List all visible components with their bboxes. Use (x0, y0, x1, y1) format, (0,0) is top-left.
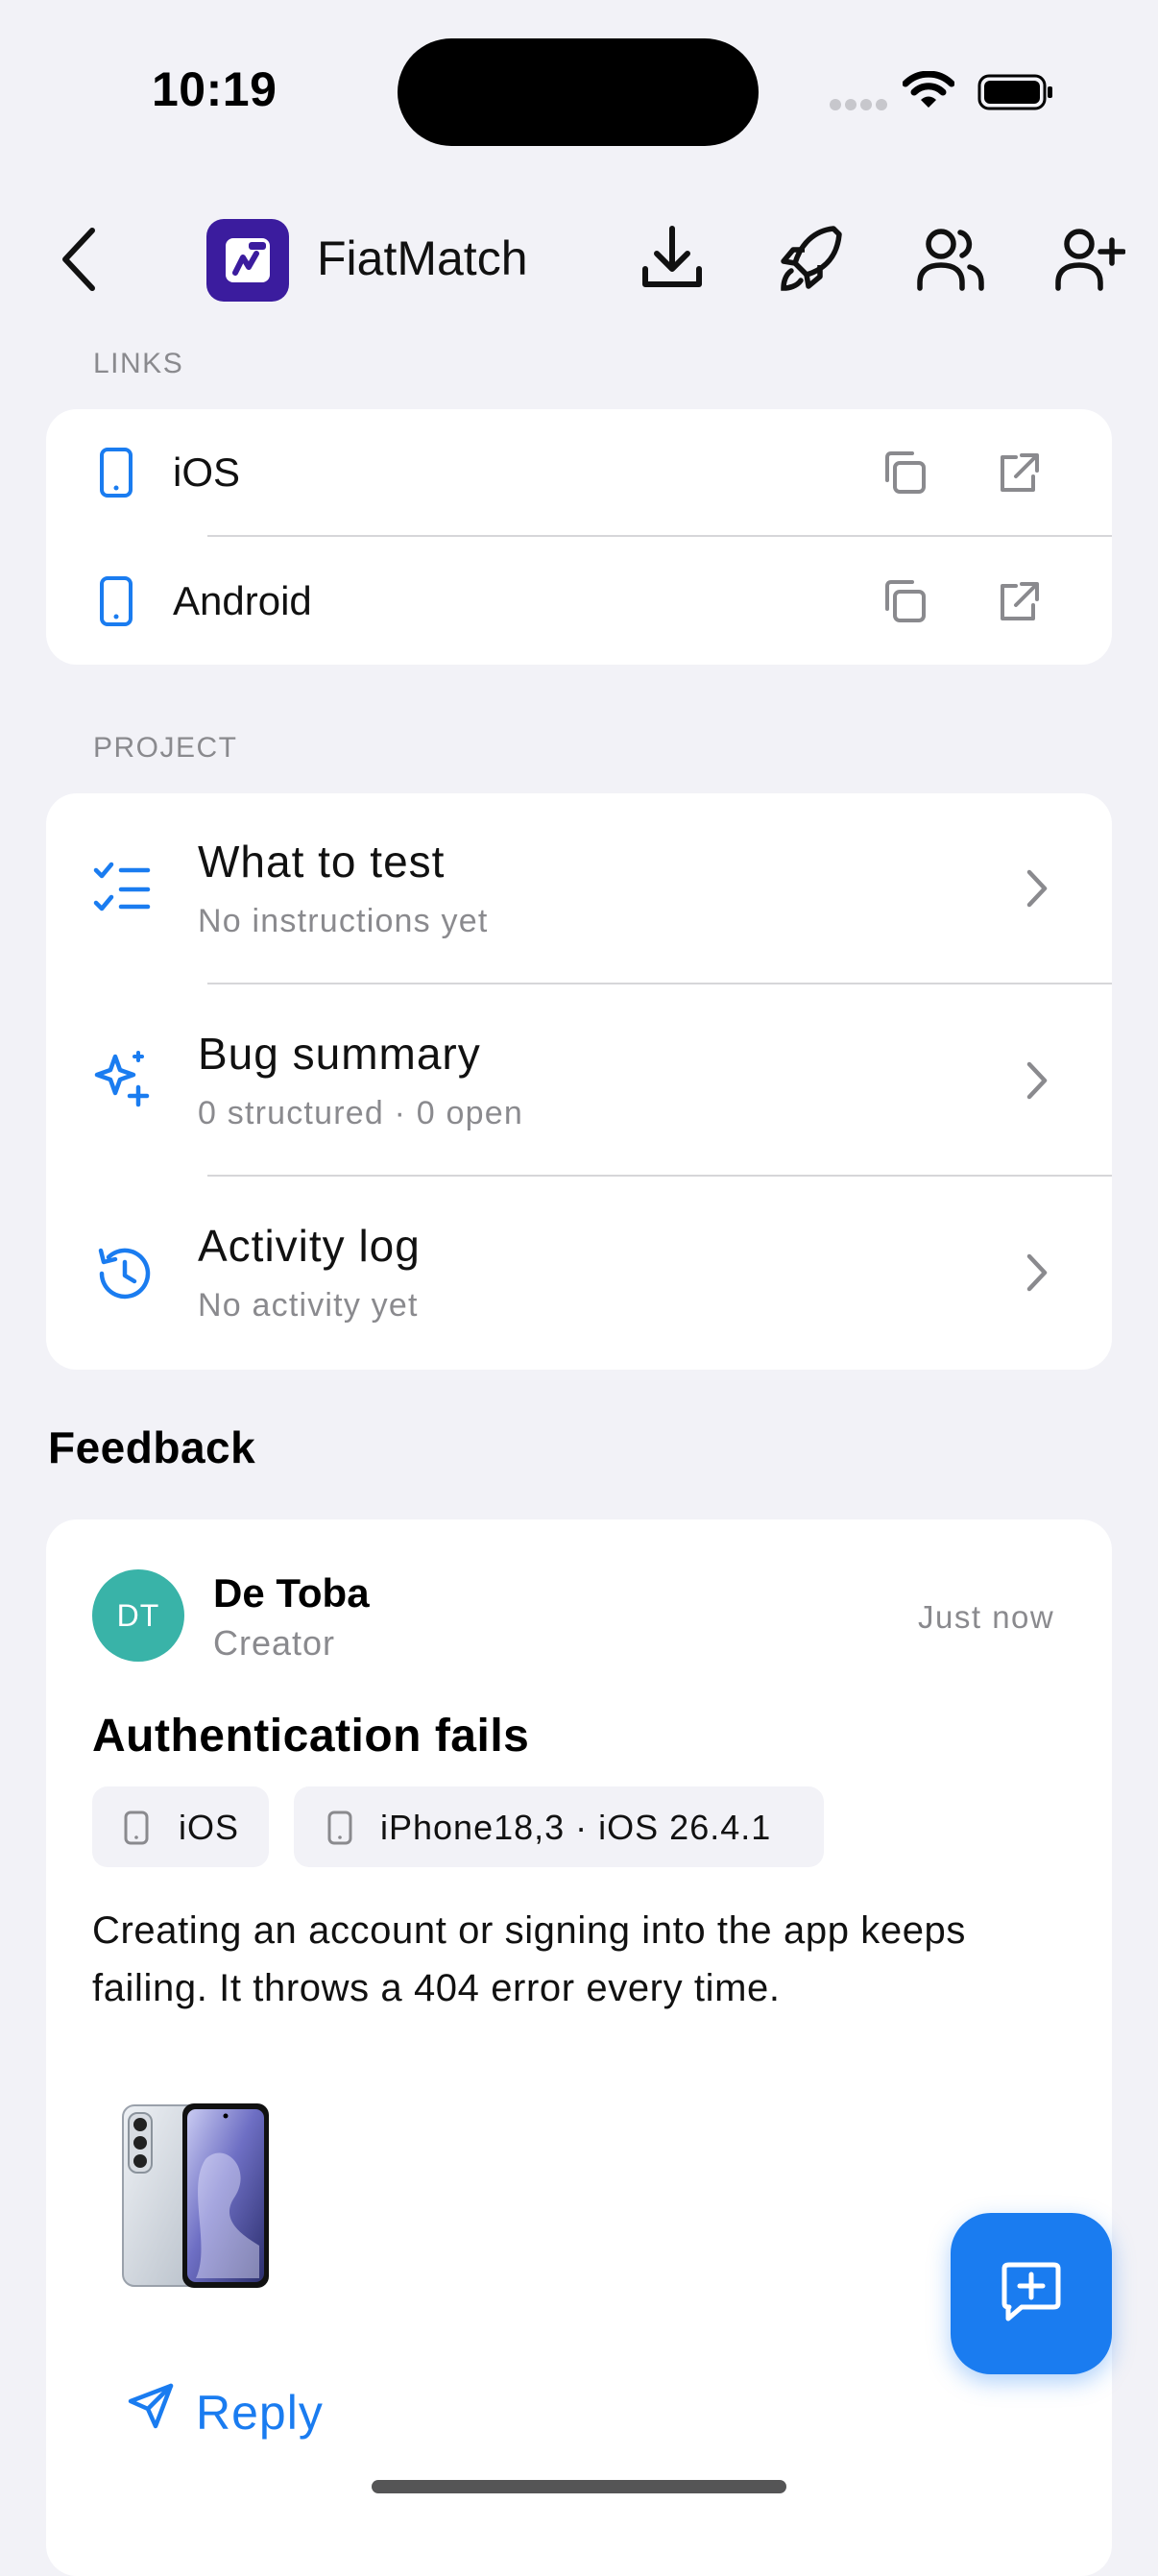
download-icon[interactable] (638, 221, 707, 298)
dynamic-island (398, 38, 759, 146)
sparkles-icon (92, 1049, 154, 1110)
author-role: Creator (213, 1623, 336, 1663)
status-time: 10:19 (152, 62, 277, 116)
phone-icon (98, 574, 134, 628)
divider (207, 1175, 1112, 1177)
feedback-title: Authentication fails (92, 1711, 530, 1762)
add-feedback-button[interactable] (951, 2213, 1112, 2374)
row-title: What to test (198, 837, 446, 887)
users-icon[interactable] (914, 221, 987, 298)
link-label: iOS (173, 450, 241, 495)
copy-icon[interactable] (878, 574, 931, 628)
add-user-icon[interactable] (1052, 221, 1125, 298)
history-icon (92, 1243, 154, 1304)
device-chip: iPhone18,3 · iOS 26.4.1 (294, 1786, 824, 1867)
battery-icon (977, 74, 1054, 110)
back-chevron-icon[interactable] (54, 221, 102, 298)
checklist-icon (92, 861, 154, 918)
chip-label: iOS (179, 1808, 240, 1847)
external-link-icon[interactable] (991, 446, 1045, 499)
wifi-icon (903, 71, 954, 109)
send-icon[interactable] (125, 2380, 177, 2432)
copy-icon[interactable] (878, 446, 931, 499)
row-subtitle: No instructions yet (198, 903, 489, 939)
row-title: Bug summary (198, 1029, 481, 1079)
add-comment-icon (995, 2257, 1068, 2330)
phone-icon (98, 446, 134, 499)
row-subtitle: 0 structured · 0 open (198, 1095, 523, 1131)
reply-button[interactable]: Reply (196, 2385, 324, 2441)
project-row-what-to-test[interactable]: What to test No instructions yet (46, 793, 1112, 985)
links-card: iOS Android (46, 409, 1112, 665)
cellular-signal-icon (830, 99, 889, 110)
row-title: Activity log (198, 1221, 421, 1271)
project-card: What to test No instructions yet Bug sum… (46, 793, 1112, 1370)
phone-icon (123, 1810, 150, 1846)
row-subtitle: No activity yet (198, 1287, 419, 1324)
attachment-thumbnail[interactable] (119, 2102, 271, 2290)
feedback-heading: Feedback (48, 1422, 256, 1472)
link-row-android[interactable]: Android (46, 538, 1112, 665)
project-section-label: PROJECT (93, 732, 238, 764)
divider (207, 983, 1112, 984)
phone-icon (326, 1810, 353, 1846)
external-link-icon[interactable] (991, 574, 1045, 628)
chip-label: iPhone18,3 · iOS 26.4.1 (380, 1808, 772, 1847)
feedback-body: Creating an account or signing into the … (92, 1909, 966, 2009)
chevron-right-icon (1022, 1058, 1050, 1103)
rocket-icon[interactable] (776, 221, 845, 298)
chevron-right-icon (1022, 1251, 1050, 1295)
home-indicator (372, 2480, 786, 2493)
chevron-right-icon (1022, 866, 1050, 911)
link-label: Android (173, 578, 312, 623)
app-title: FiatMatch (317, 231, 528, 285)
platform-chip: iOS (92, 1786, 269, 1867)
timestamp: Just now (918, 1599, 1055, 1635)
divider (207, 535, 1112, 537)
app-logo (206, 219, 289, 302)
links-section-label: LINKS (93, 348, 184, 379)
avatar[interactable]: DT (92, 1569, 184, 1662)
project-row-bug-summary[interactable]: Bug summary 0 structured · 0 open (46, 985, 1112, 1178)
link-row-ios[interactable]: iOS (46, 409, 1112, 536)
author-name: De Toba (213, 1570, 370, 1616)
project-row-activity-log[interactable]: Activity log No activity yet (46, 1178, 1112, 1370)
